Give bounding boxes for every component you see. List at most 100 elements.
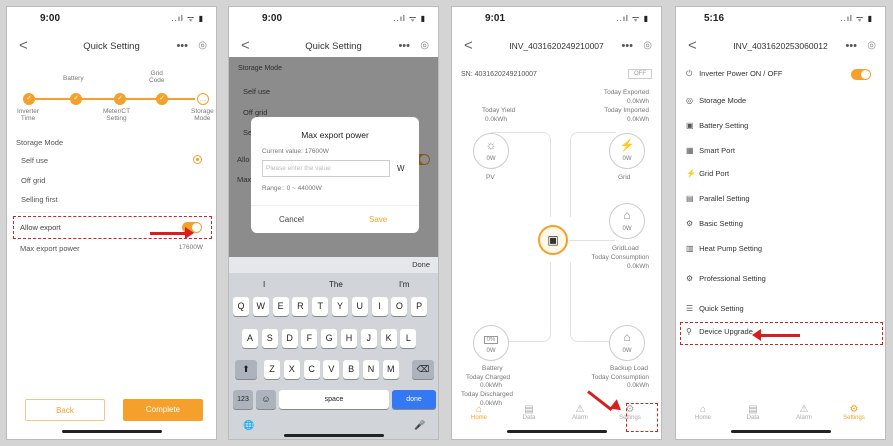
emoji-key[interactable]: ☺ [256, 390, 276, 409]
delete-key[interactable]: ⌫ [412, 360, 434, 379]
suggestion[interactable]: I'm [399, 280, 409, 289]
close-icon[interactable]: ◎ [198, 40, 207, 51]
key-l[interactable]: L [400, 329, 417, 348]
tab-home[interactable]: ⌂ Home [464, 404, 494, 421]
pv-node[interactable]: ☼ 0W [473, 133, 509, 169]
suggestion[interactable]: The [329, 280, 343, 289]
step-label-meter: Meter/CT Setting [103, 108, 131, 122]
more-icon[interactable]: ••• [845, 37, 857, 55]
key-k[interactable]: K [380, 329, 397, 348]
option-self-use[interactable]: Self use [21, 156, 48, 165]
menu-icon: ▥ [686, 244, 694, 253]
menu-icon: ⚡ [686, 169, 696, 178]
menu-icon: ▤ [686, 194, 694, 203]
key-f[interactable]: F [301, 329, 318, 348]
key-o[interactable]: O [391, 297, 408, 316]
close-icon[interactable]: ◎ [643, 40, 652, 51]
menu-item-battery-setting[interactable]: ▣ Battery Setting [686, 121, 748, 130]
step-dot-done[interactable]: ✓ [114, 93, 126, 105]
divider [16, 212, 207, 213]
key-j[interactable]: J [360, 329, 377, 348]
key-i[interactable]: I [371, 297, 388, 316]
key-g[interactable]: G [321, 329, 338, 348]
globe-icon[interactable]: 🌐 [243, 420, 254, 431]
cancel-button[interactable]: Cancel [279, 215, 304, 224]
value-input[interactable]: Please enter the value [262, 160, 390, 177]
key-n[interactable]: N [363, 360, 379, 379]
key-b[interactable]: B [343, 360, 360, 379]
done-button[interactable]: Done [412, 260, 430, 269]
radio-selected-icon[interactable] [193, 155, 202, 164]
save-button[interactable]: Save [369, 215, 387, 224]
key-p[interactable]: P [411, 297, 428, 316]
back-button[interactable]: Back [25, 399, 105, 421]
menu-item-parallel-setting[interactable]: ▤ Parallel Setting [686, 194, 750, 203]
complete-button[interactable]: Complete [123, 399, 203, 421]
mic-icon[interactable]: 🎤 [414, 420, 425, 431]
tab-data[interactable]: ▤ Data [514, 404, 544, 421]
key-t[interactable]: T [312, 297, 329, 316]
menu-item-basic-setting[interactable]: ⚙ Basic Setting [686, 219, 743, 228]
key-z[interactable]: Z [264, 360, 280, 379]
numbers-key[interactable]: 123 [233, 390, 253, 409]
menu-label: Professional Setting [699, 274, 766, 283]
key-v[interactable]: V [323, 360, 340, 379]
menu-item-heat-pump-setting[interactable]: ▥ Heat Pump Setting [686, 244, 762, 253]
inverter-icon[interactable]: ▣ [538, 225, 568, 255]
key-d[interactable]: D [281, 329, 298, 348]
close-icon[interactable]: ◎ [867, 40, 876, 51]
grid-load-node[interactable]: ⌂ 0W [609, 203, 645, 239]
tab-settings[interactable]: ⚙ Settings [839, 404, 869, 421]
today-exported-value: 0.0kWh [626, 98, 649, 105]
key-u[interactable]: U [351, 297, 368, 316]
battery-node[interactable]: 0% 0W [473, 325, 509, 361]
step-dot-done[interactable]: ✓ [23, 93, 35, 105]
backup-load-node[interactable]: ⌂ 0W [609, 325, 645, 361]
key-r[interactable]: R [292, 297, 309, 316]
more-icon[interactable]: ••• [398, 37, 410, 55]
done-key[interactable]: done [392, 390, 436, 409]
key-m[interactable]: M [382, 360, 399, 379]
status-icons: ..ıl ᯤ ▮ [171, 14, 204, 23]
status-bar: 5:16 ..ıl ᯤ ▮ [676, 7, 885, 35]
power-toggle[interactable] [851, 69, 871, 80]
max-export-label[interactable]: Max export power [20, 244, 80, 253]
menu-item-smart-port[interactable]: ▦ Smart Port [686, 146, 735, 155]
key-y[interactable]: Y [332, 297, 348, 316]
close-icon[interactable]: ◎ [420, 40, 429, 51]
key-e[interactable]: E [272, 297, 289, 316]
home-indicator [284, 434, 384, 437]
key-s[interactable]: S [261, 329, 278, 348]
key-x[interactable]: X [283, 360, 300, 379]
more-icon[interactable]: ••• [176, 37, 188, 55]
phone-inverter-flow: 9:01 ..ıl ᯤ ▮ < INV_4031620249210007 •••… [451, 6, 662, 440]
space-key[interactable]: space [279, 390, 389, 409]
key-c[interactable]: C [303, 360, 320, 379]
more-icon[interactable]: ••• [621, 37, 633, 55]
tab-alarm[interactable]: ⚠ Alarm [565, 404, 595, 421]
key-w[interactable]: W [252, 297, 269, 316]
step-dot-done[interactable]: ✓ [156, 93, 168, 105]
key-a[interactable]: A [242, 329, 258, 348]
grid-tower-node[interactable]: ⚡ 0W [609, 133, 645, 169]
step-dot-current[interactable]: … [197, 93, 209, 105]
menu-item-professional-setting[interactable]: ⚙ Professional Setting [686, 274, 766, 283]
today-exported-label: Today Exported [603, 89, 649, 96]
shift-key[interactable]: ⬆ [235, 360, 257, 379]
option-off-grid[interactable]: Off grid [21, 176, 45, 185]
nav-bar: < INV_4031620249210007 ••• ◎ [452, 37, 661, 59]
key-q[interactable]: Q [233, 297, 249, 316]
tab-data[interactable]: ▤ Data [738, 404, 768, 421]
menu-item-grid-port[interactable]: ⚡ Grid Port [686, 169, 729, 178]
off-badge[interactable]: OFF [628, 69, 652, 79]
menu-item-quick-setting[interactable]: ☰ Quick Setting [686, 304, 744, 313]
tab-home[interactable]: ⌂ Home [688, 404, 718, 421]
menu-item-inverter-power-on-off[interactable]: ⏻ Inverter Power ON / OFF [686, 69, 782, 79]
key-h[interactable]: H [341, 329, 357, 348]
step-dot-done[interactable]: ✓ [70, 93, 82, 105]
tab-alarm[interactable]: ⚠ Alarm [789, 404, 819, 421]
suggestion[interactable]: I [263, 280, 265, 289]
today-yield-label: Today Yield [482, 107, 516, 114]
option-selling-first[interactable]: Selling first [21, 195, 58, 204]
menu-item-storage-mode[interactable]: ◎ Storage Mode [686, 96, 746, 105]
